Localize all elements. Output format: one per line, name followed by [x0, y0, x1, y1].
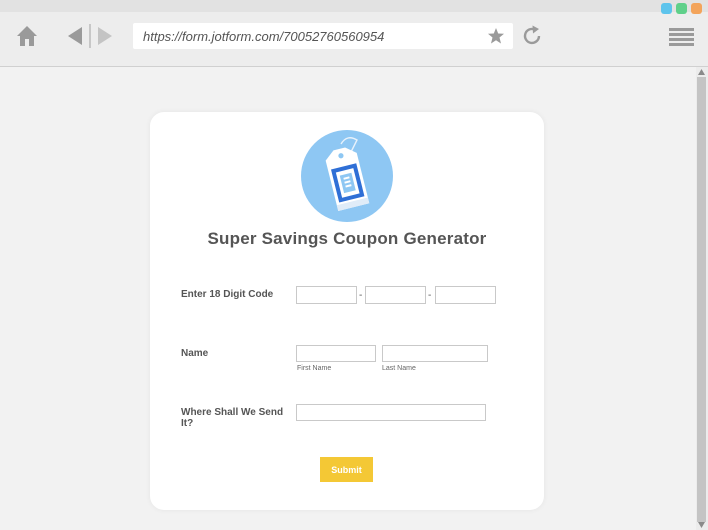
browser-toolbar: https://form.jotform.com/70052760560954 — [0, 0, 708, 67]
scroll-down-arrow-icon[interactable] — [697, 521, 706, 529]
form-title: Super Savings Coupon Generator — [207, 229, 487, 248]
code-part-1-input[interactable] — [296, 286, 357, 304]
first-name-input[interactable] — [296, 345, 376, 362]
last-name-sublabel: Last Name — [382, 365, 416, 372]
form-card: Super Savings Coupon Generator Enter 18 … — [150, 112, 544, 510]
send-destination-input[interactable] — [296, 404, 486, 421]
scrollbar-thumb[interactable] — [697, 77, 706, 522]
code-separator: - — [428, 290, 432, 301]
star-icon[interactable] — [487, 27, 505, 45]
title-strip — [0, 0, 708, 12]
hamburger-menu-icon[interactable] — [669, 27, 694, 47]
forward-arrow-icon[interactable] — [96, 26, 114, 46]
code-part-3-input[interactable] — [435, 286, 496, 304]
nav-divider — [89, 24, 91, 48]
home-icon[interactable] — [16, 25, 38, 47]
code-part-2-input[interactable] — [365, 286, 426, 304]
code-separator: - — [359, 290, 363, 301]
coupon-tag-icon — [301, 130, 393, 222]
last-name-input[interactable] — [382, 345, 488, 362]
window-dot-orange[interactable] — [691, 3, 702, 14]
name-label: Name — [181, 348, 209, 359]
send-label: Where Shall We Send It? — [181, 407, 284, 429]
code-label: Enter 18 Digit Code — [181, 289, 274, 300]
submit-button[interactable]: Submit — [320, 457, 373, 482]
address-bar[interactable]: https://form.jotform.com/70052760560954 — [133, 23, 513, 49]
back-arrow-icon[interactable] — [66, 26, 84, 46]
url-text[interactable]: https://form.jotform.com/70052760560954 — [143, 29, 384, 44]
scroll-up-arrow-icon[interactable] — [697, 68, 706, 76]
window-dot-blue[interactable] — [661, 3, 672, 14]
first-name-sublabel: First Name — [297, 365, 332, 372]
reload-icon[interactable] — [521, 25, 543, 47]
window-dot-green[interactable] — [676, 3, 687, 14]
